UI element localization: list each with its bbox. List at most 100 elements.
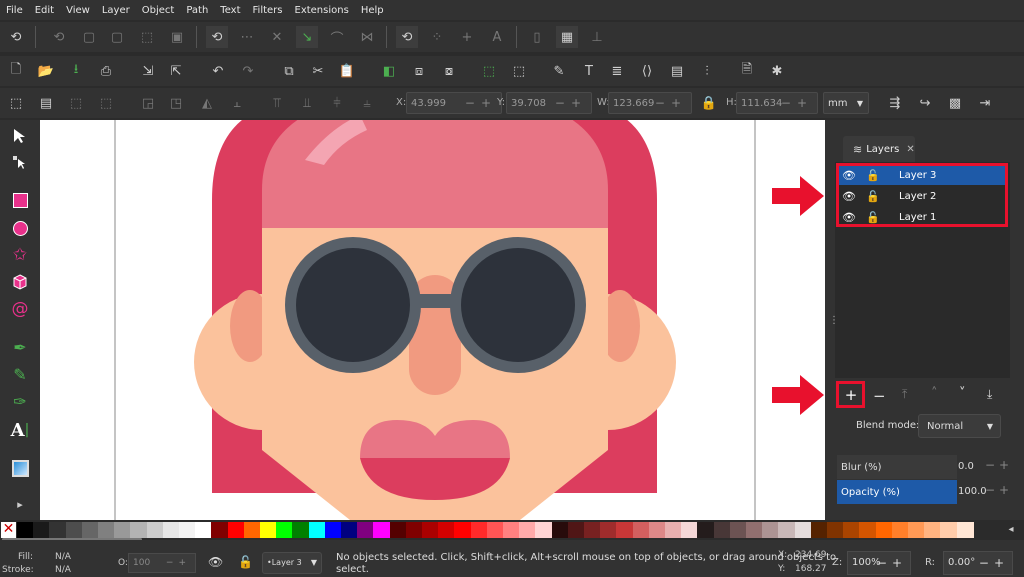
copy-icon[interactable]: ⧉ — [278, 60, 300, 82]
document-properties-icon[interactable]: ▤ — [666, 60, 688, 82]
align-distribute-icon[interactable]: ⫶ — [696, 60, 718, 82]
selector-tool-icon[interactable] — [8, 124, 32, 148]
text-font-icon[interactable]: T — [578, 60, 600, 82]
color-swatch[interactable] — [908, 522, 925, 538]
color-swatch[interactable] — [616, 522, 634, 538]
color-swatch[interactable] — [551, 522, 569, 538]
color-swatch[interactable] — [519, 522, 537, 538]
color-swatch[interactable] — [729, 522, 747, 538]
eye-icon[interactable]: 👁 — [208, 555, 223, 569]
color-swatch[interactable] — [632, 522, 650, 538]
menu-extensions[interactable]: Extensions — [289, 5, 355, 16]
export-icon[interactable]: ⇱ — [165, 60, 187, 82]
transform-pattern-icon[interactable]: ⇥ — [974, 92, 996, 114]
blur-stepper-icon[interactable]: −+ — [985, 458, 1013, 472]
tab-layers[interactable]: ≋ Layers ✕ — [843, 136, 915, 162]
color-swatch[interactable] — [665, 522, 682, 538]
menu-text[interactable]: Text — [214, 5, 246, 16]
color-swatch[interactable] — [940, 522, 958, 538]
ungroup-icon[interactable]: ⬚ — [508, 60, 530, 82]
select-all-layers-icon[interactable]: ▤ — [35, 92, 57, 114]
color-swatch[interactable] — [843, 522, 861, 538]
opacity-slider[interactable]: Opacity (%) — [837, 480, 957, 504]
menu-layer[interactable]: Layer — [96, 5, 136, 16]
group-icon[interactable]: ⬚ — [478, 60, 500, 82]
color-swatch[interactable] — [130, 522, 148, 538]
snap-bbox-edges-icon[interactable]: ▢ — [78, 26, 100, 48]
tools-icon[interactable]: ✱ — [766, 60, 788, 82]
color-swatch[interactable] — [422, 522, 439, 538]
stepper-icon[interactable]: −+ — [655, 96, 687, 110]
color-swatch[interactable] — [956, 522, 974, 538]
snap-bbox-corners-icon[interactable]: ▢ — [106, 26, 128, 48]
color-swatch[interactable] — [924, 522, 942, 538]
color-swatch[interactable] — [503, 522, 520, 538]
color-swatch[interactable] — [389, 522, 407, 538]
paste-icon[interactable]: 📋 — [336, 60, 358, 82]
snap-bbox-centers-icon[interactable]: ▣ — [166, 26, 188, 48]
color-swatch[interactable] — [146, 522, 164, 538]
clone-icon[interactable]: ⧈ — [408, 60, 430, 82]
lower-to-bottom-icon[interactable]: ⤓ — [987, 387, 992, 402]
snap-rotation-center-icon[interactable]: + — [456, 26, 478, 48]
xml-editor-icon[interactable]: ⟨⟩ — [636, 60, 658, 82]
canvas[interactable] — [40, 120, 825, 520]
star-tool-icon[interactable]: ✩ — [8, 243, 32, 267]
menu-help[interactable]: Help — [355, 5, 390, 16]
snap-nodes-icon[interactable]: ⟲ — [206, 26, 228, 48]
color-swatch[interactable] — [600, 522, 618, 538]
color-swatch[interactable] — [438, 522, 456, 538]
fill-stroke-icon[interactable]: ✎ — [548, 60, 570, 82]
color-swatch[interactable] — [33, 522, 51, 538]
color-swatch[interactable] — [648, 522, 666, 538]
fill-value[interactable]: N/A — [55, 552, 71, 562]
blur-value[interactable]: 0.0 — [958, 461, 974, 472]
x-field[interactable]: 43.999 −+ — [406, 92, 502, 114]
lower-one-icon[interactable]: ⫩ — [326, 92, 348, 114]
menu-filters[interactable]: Filters — [247, 5, 289, 16]
color-swatch[interactable] — [179, 522, 196, 538]
raise-layer-icon[interactable]: ˄ — [931, 386, 938, 401]
h-field[interactable]: 111.634 −+ — [736, 92, 818, 114]
color-swatch[interactable] — [891, 522, 909, 538]
layers-icon[interactable]: ≣ — [606, 60, 628, 82]
color-swatch[interactable] — [827, 522, 844, 538]
pen-tool-icon[interactable]: ✒ — [8, 335, 32, 359]
lower-bottom-icon[interactable]: ⫨ — [356, 92, 378, 114]
color-swatch[interactable] — [373, 522, 391, 538]
snap-smooth-icon[interactable]: ⌒ — [326, 26, 348, 48]
raise-one-icon[interactable]: ⫫ — [296, 92, 318, 114]
color-swatch[interactable] — [65, 522, 83, 538]
snap-midpoints-icon[interactable]: ⋈ — [356, 26, 378, 48]
snap-page-border-icon[interactable]: ▯ — [526, 26, 548, 48]
cut-icon[interactable]: ✂ — [307, 60, 329, 82]
color-swatch[interactable] — [211, 522, 229, 538]
rotate-field[interactable]: 0.00° −+ — [943, 551, 1013, 575]
color-swatch[interactable] — [746, 522, 763, 538]
color-swatch[interactable] — [243, 522, 261, 538]
snap-bbox-icon[interactable]: ⟲ — [48, 26, 70, 48]
node-tool-icon[interactable] — [8, 151, 32, 175]
color-swatch[interactable] — [260, 522, 277, 538]
stepper-icon[interactable]: −+ — [781, 96, 813, 110]
color-swatch[interactable] — [324, 522, 342, 538]
color-swatch[interactable] — [292, 522, 310, 538]
color-swatch[interactable] — [17, 522, 34, 538]
color-swatch[interactable] — [859, 522, 877, 538]
stepper-icon[interactable]: −+ — [465, 96, 497, 110]
stepper-icon[interactable]: −+ — [979, 556, 1009, 570]
rotate-ccw-icon[interactable]: ⬚ — [95, 92, 117, 114]
preferences-icon[interactable]: 🗎 — [736, 60, 758, 82]
remove-layer-icon[interactable]: − — [873, 387, 886, 405]
snap-text-baseline-icon[interactable]: A — [486, 26, 508, 48]
raise-to-top-icon[interactable]: ⤒ — [902, 387, 907, 402]
color-swatch[interactable] — [713, 522, 731, 538]
transform-corners-icon[interactable]: ↪ — [914, 92, 936, 114]
snap-bbox-midpoints-icon[interactable]: ⬚ — [136, 26, 158, 48]
color-swatch[interactable] — [486, 522, 504, 538]
rectangle-tool-icon[interactable] — [8, 188, 32, 212]
flip-horizontal-icon[interactable]: ◳ — [165, 92, 187, 114]
color-swatch[interactable] — [697, 522, 715, 538]
pencil-tool-icon[interactable]: ✎ — [8, 362, 32, 386]
color-swatch[interactable] — [794, 522, 812, 538]
